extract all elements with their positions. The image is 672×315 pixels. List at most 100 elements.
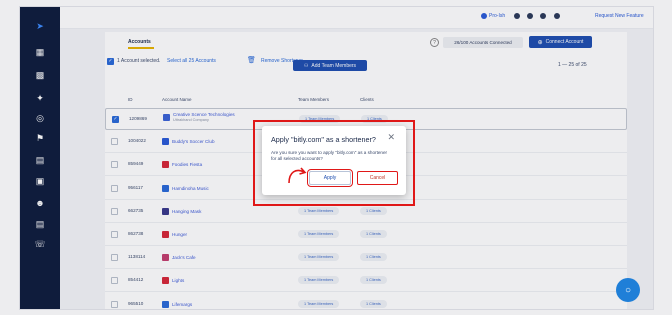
account-name-cell[interactable]: Hanging Mask <box>162 207 201 215</box>
account-name-cell[interactable]: Hunger <box>162 231 187 238</box>
analytics-icon[interactable]: ▤ <box>32 153 48 167</box>
select-all-checkbox[interactable]: ✓ <box>107 58 114 65</box>
connect-account-button[interactable]: ⊕ Connect Account <box>529 36 592 48</box>
plan-label: Pro-Ish <box>489 13 506 19</box>
tab-underline <box>128 47 154 49</box>
account-name-cell[interactable]: Buddy's Soccer Club <box>162 138 215 146</box>
settings-icon[interactable] <box>514 13 520 19</box>
account-id: 1004022 <box>128 138 146 144</box>
row-checkbox[interactable] <box>111 161 118 169</box>
account-id: 862738 <box>128 231 144 236</box>
user-icon[interactable] <box>554 13 560 19</box>
account-name[interactable]: Lifemargs <box>172 302 192 307</box>
dialog-title: Apply "bitly.com" as a shortener? <box>271 135 376 144</box>
top-bar: Pro-Ish Request New Feature <box>60 7 653 29</box>
account-logo <box>162 184 169 192</box>
clients-pill[interactable]: 1 Clients <box>360 276 387 285</box>
table-row[interactable]: 965510 Lifemargs 1 Team Members 1 Clients <box>105 294 627 309</box>
account-name-cell[interactable]: Jack's Cafe <box>162 254 196 262</box>
pagination: 1 — 25 of 25 <box>558 62 587 68</box>
row-checkbox[interactable] <box>111 231 118 238</box>
accounts-connected-badge: 26/100 Accounts Connected <box>443 37 523 48</box>
col-account-name[interactable]: Account Name <box>162 97 192 102</box>
team-members-pill[interactable]: 1 Team Members <box>298 299 340 308</box>
document-icon[interactable]: ▤ <box>32 217 48 231</box>
row-checkbox[interactable] <box>111 138 118 146</box>
clients-pill[interactable]: 1 Clients <box>360 206 387 215</box>
clients-pill[interactable]: 1 Clients <box>360 230 387 238</box>
target-icon[interactable]: ◎ <box>32 111 48 125</box>
account-name[interactable]: Jack's Cafe <box>172 255 196 260</box>
account-name[interactable]: Hunger <box>172 232 187 237</box>
col-team-members: Team Members <box>298 97 330 102</box>
table-row[interactable]: 862738 Hunger 1 Team Members 1 Clients <box>105 224 627 246</box>
account-logo <box>162 138 169 146</box>
col-clients: Clients <box>360 97 374 102</box>
select-all-link[interactable]: Select all 25 Accounts <box>167 58 216 64</box>
team-members-pill[interactable]: 1 Team Members <box>298 253 340 262</box>
row-checkbox[interactable] <box>111 207 118 215</box>
table-row[interactable]: 854412 Lights 1 Team Members 1 Clients <box>105 270 627 293</box>
send-icon[interactable]: ➤ <box>32 19 48 33</box>
account-name-cell[interactable]: Hamdinoha Music <box>162 184 209 192</box>
row-checkbox[interactable] <box>111 300 118 308</box>
connect-account-label: Connect Account <box>545 39 584 45</box>
plan-icon <box>481 13 487 19</box>
tab-accounts[interactable]: Accounts <box>128 39 151 45</box>
calendar-icon[interactable]: ▣ <box>32 174 48 188</box>
account-name-cell[interactable]: Foodies Fiesta <box>162 161 202 169</box>
col-id[interactable]: ID <box>128 97 133 102</box>
apply-button[interactable]: Apply <box>307 169 353 187</box>
account-name-cell[interactable]: Lights <box>162 277 184 285</box>
apply-shortener-dialog: Apply "bitly.com" as a shortener? ✕ Are … <box>262 126 406 195</box>
account-logo <box>162 161 169 169</box>
plan-badge[interactable]: Pro-Ish <box>481 13 505 19</box>
add-user-icon: ⚇ <box>303 62 309 69</box>
account-name[interactable]: Hamdinoha Music <box>172 186 209 191</box>
help-icon[interactable]: ? <box>430 38 439 47</box>
row-checkbox[interactable]: ✓ <box>112 116 119 123</box>
account-logo <box>162 231 169 238</box>
account-name[interactable]: Foodies Fiesta <box>172 162 202 167</box>
account-id: 854412 <box>128 277 144 283</box>
team-members-pill[interactable]: 1 Team Members <box>298 230 340 238</box>
account-name[interactable]: Hanging Mask <box>172 209 201 214</box>
account-id: 956117 <box>128 184 143 190</box>
account-name[interactable]: Buddy's Soccer Club <box>172 139 215 144</box>
team-members-pill[interactable]: 1 Team Members <box>298 276 340 285</box>
users-icon[interactable]: ☻ <box>32 196 48 210</box>
account-name[interactable]: Creative Scence Technologies <box>173 112 235 117</box>
selection-count: 1 Account selected. <box>117 58 161 64</box>
row-checkbox[interactable] <box>111 184 118 192</box>
megaphone-icon[interactable]: ⚑ <box>32 131 48 145</box>
account-logo <box>162 277 169 285</box>
row-checkbox[interactable] <box>111 277 118 285</box>
dashboard-icon[interactable]: ▦ <box>32 45 48 59</box>
tools-icon[interactable]: ✦ <box>32 91 48 105</box>
team-members-pill[interactable]: 1 Team Members <box>298 206 340 215</box>
account-name-cell[interactable]: Creative Scence Technologies Uttrakhand C… <box>163 112 235 122</box>
plus-icon: ⊕ <box>537 39 543 46</box>
inbox-icon[interactable]: ▩ <box>32 68 48 82</box>
add-team-members-button[interactable]: ⚇ Add Team Members <box>293 60 367 71</box>
trash-icon[interactable]: 🗑 <box>247 56 256 64</box>
table-header: ID Account Name Team Members Clients <box>105 97 627 107</box>
account-id: 662735 <box>128 207 144 213</box>
request-feature-link[interactable]: Request New Feature <box>595 13 644 19</box>
row-checkbox[interactable] <box>111 254 118 262</box>
account-logo <box>163 113 170 121</box>
account-name-cell[interactable]: Lifemargs <box>162 300 192 308</box>
account-logo <box>162 254 169 262</box>
close-icon[interactable]: ✕ <box>387 132 395 143</box>
table-row[interactable]: 1138114 Jack's Cafe 1 Team Members 1 Client… <box>105 247 627 270</box>
account-name[interactable]: Lights <box>172 278 184 283</box>
notifications-icon[interactable] <box>540 13 546 19</box>
chat-icon[interactable]: ○ <box>616 278 640 302</box>
clients-pill[interactable]: 1 Clients <box>360 299 387 308</box>
annotation-arrow-icon <box>288 167 307 184</box>
support-icon[interactable]: ☏ <box>32 237 48 251</box>
cancel-button[interactable]: Cancel <box>357 171 398 185</box>
clients-pill[interactable]: 1 Clients <box>360 253 387 262</box>
account-id: 1209869 <box>129 116 147 121</box>
gear-icon[interactable] <box>527 13 533 19</box>
